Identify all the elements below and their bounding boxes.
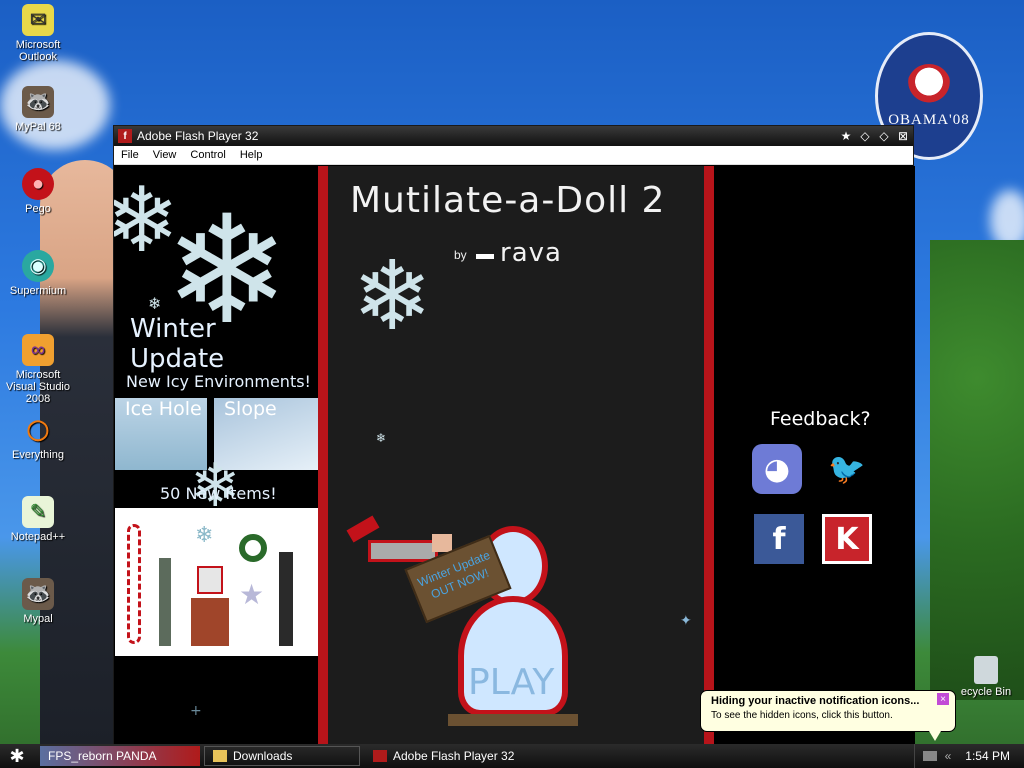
desktop-icon-mypal68[interactable]: 🦝 MyPal 68	[0, 86, 76, 133]
desktop-icon-everything[interactable]: ◯ Everything	[0, 414, 76, 461]
balloon-text: To see the hidden icons, click this butt…	[711, 710, 893, 721]
recycle-bin-icon	[974, 656, 998, 684]
desktop-icon-notepadpp[interactable]: ✎ Notepad++	[0, 496, 76, 543]
chimney-item	[191, 598, 229, 646]
snowflake-icon: ❄	[148, 294, 162, 313]
bottle-item	[159, 558, 171, 646]
desktop-icon-label: Everything	[12, 449, 64, 461]
balloon-title: Hiding your inactive notification icons.…	[711, 695, 920, 707]
menu-view[interactable]: View	[146, 149, 184, 161]
discord-icon[interactable]: ◕	[752, 444, 802, 494]
desktop-icon-label: MyPal 68	[15, 121, 61, 133]
mypal2-icon: 🦝	[22, 578, 54, 610]
start-button[interactable]: ✱	[0, 744, 34, 768]
show-hidden-icons-button[interactable]: «	[945, 749, 952, 763]
desktop-icon-supermium[interactable]: ◉ Supermium	[0, 250, 76, 297]
bench-graphic	[448, 714, 578, 726]
new-items-preview: ❄ ★	[115, 508, 318, 656]
flash-icon	[373, 750, 387, 762]
desktop-icon-label: Notepad++	[10, 531, 66, 543]
taskbar-item-flash-player[interactable]: Adobe Flash Player 32	[364, 746, 524, 766]
menu-file[interactable]: File	[114, 149, 146, 161]
campaign-logo-icon	[907, 63, 951, 108]
sparkle-icon: ✦	[680, 613, 692, 629]
taskbar-item-downloads[interactable]: Downloads	[204, 746, 360, 766]
desktop-icon-mypal[interactable]: 🦝 Mypal	[0, 578, 76, 625]
divider-bar	[318, 166, 328, 746]
taskbar-item-label: Downloads	[233, 749, 293, 763]
snowflake-icon: ❄	[376, 431, 387, 445]
twitter-icon[interactable]: 🐦	[822, 444, 872, 494]
taskbar-item-fps-reborn[interactable]: FPS_reborn PANDA	[40, 746, 200, 766]
play-button[interactable]: PLAY	[468, 662, 554, 703]
clock[interactable]: 1:54 PM	[965, 749, 1010, 763]
desktop-icon-label: Supermium	[9, 285, 67, 297]
close-icon[interactable]: ×	[937, 693, 949, 705]
background-trees	[930, 240, 1024, 700]
folder-icon	[213, 750, 227, 762]
feedback-panel: Feedback? ◕ 🐦 f K	[714, 166, 915, 746]
visual-studio-icon: ∞	[22, 334, 54, 366]
maximize-button[interactable]: ◇	[875, 128, 893, 144]
system-tray: « 1:54 PM	[913, 744, 1024, 768]
menu-control[interactable]: Control	[183, 149, 232, 161]
menu-help[interactable]: Help	[233, 149, 270, 161]
game-stage[interactable]: ❄ ❄ ❄ Winter Update New Icy Environments…	[114, 166, 915, 746]
lantern-item	[279, 552, 293, 646]
pego-icon: ●	[22, 168, 54, 200]
kongregate-icon[interactable]: K	[822, 514, 872, 564]
everything-icon: ◯	[26, 419, 50, 441]
notepadpp-icon: ✎	[22, 496, 54, 528]
menu-bar: File View Control Help	[114, 146, 913, 165]
sparkle-icon: +	[190, 703, 202, 719]
outlook-icon: ✉	[22, 4, 54, 36]
feedback-heading: Feedback?	[770, 408, 871, 430]
flash-player-window: f Adobe Flash Player 32 ★ ◇ ◇ ⊠ File Vie…	[113, 125, 915, 746]
gift-box-item	[197, 566, 223, 594]
game-title: Mutilate-a-Doll 2	[350, 180, 666, 221]
minimize-button[interactable]: ◇	[856, 128, 874, 144]
supermium-icon: ◉	[22, 250, 54, 282]
candy-cane-item	[127, 524, 141, 644]
promo-panel: ❄ ❄ ❄ Winter Update New Icy Environments…	[114, 166, 318, 746]
desktop-icon-outlook[interactable]: ✉ Microsoft Outlook	[0, 4, 76, 63]
star-item: ★	[239, 579, 265, 610]
divider-bar	[704, 166, 714, 746]
author-logo-dash	[476, 254, 494, 259]
desktop-icon-label: Microsoft Visual Studio 2008	[5, 369, 70, 405]
facebook-icon[interactable]: f	[754, 514, 804, 564]
window-title: Adobe Flash Player 32	[137, 129, 259, 143]
mypal-icon: 🦝	[22, 86, 54, 118]
by-label: by	[454, 248, 467, 262]
desktop-icon-label: Pego	[25, 203, 51, 215]
main-menu-area: Mutilate-a-Doll 2 by rava ❄ ❄ ✦ Winter U…	[328, 166, 704, 746]
snowflake-icon: ❄	[352, 240, 433, 352]
new-environments-heading: New Icy Environments!	[126, 372, 311, 391]
desktop-icon-label: Microsoft Outlook	[15, 39, 61, 63]
taskbar: ✱ FPS_reborn PANDA Downloads Adobe Flash…	[0, 744, 1024, 768]
notification-balloon[interactable]: Hiding your inactive notification icons.…	[700, 690, 956, 741]
desktop-icon-label: Mypal	[23, 613, 53, 625]
desktop-icon-pego[interactable]: ● Pego	[0, 168, 76, 215]
wreath-item	[239, 534, 267, 562]
desktop-icon-recycle-bin[interactable]: ecycle Bin	[948, 656, 1024, 698]
close-button[interactable]: ⊠	[894, 128, 912, 144]
window-titlebar[interactable]: f Adobe Flash Player 32 ★ ◇ ◇ ⊠	[114, 126, 913, 146]
pin-icon[interactable]: ★	[837, 128, 855, 144]
keyboard-icon[interactable]	[922, 751, 937, 761]
winter-update-heading: Winter Update	[130, 314, 225, 374]
desktop-icon-visual-studio[interactable]: ∞ Microsoft Visual Studio 2008	[0, 334, 76, 405]
new-items-heading: 50 New Items!	[160, 484, 277, 503]
taskbar-item-label: Adobe Flash Player 32	[393, 749, 515, 763]
desktop-icon-label: ecycle Bin	[960, 686, 1012, 698]
flash-app-icon: f	[118, 129, 132, 143]
balloon-tail	[929, 731, 941, 741]
author-name: rava	[500, 238, 562, 268]
snowflake-ornament-item: ❄	[195, 522, 214, 547]
